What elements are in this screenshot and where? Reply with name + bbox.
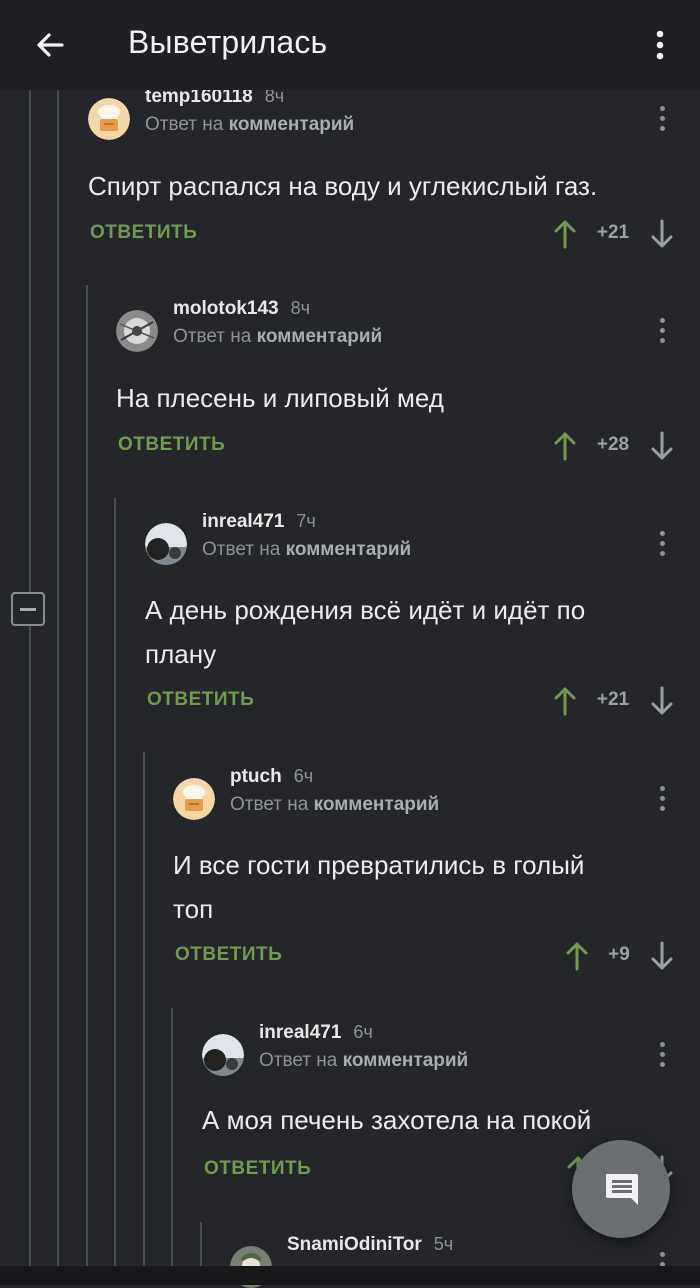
- reply-to: Ответ на комментарий: [173, 326, 383, 347]
- chef-icon: [173, 778, 215, 820]
- reply-to-link[interactable]: комментарий: [229, 114, 355, 135]
- thread-line: [200, 1222, 202, 1266]
- arrow-down-icon: [651, 686, 673, 715]
- new-comment-button[interactable]: [572, 1140, 670, 1238]
- username[interactable]: ptuch 6ч: [230, 766, 313, 788]
- downvote-button[interactable]: [648, 216, 676, 252]
- comment-text: А день рождения всё идёт и идёт по плану: [145, 595, 586, 669]
- reply-to-link[interactable]: комментарий: [343, 1050, 469, 1071]
- reply-to-link[interactable]: комментарий: [257, 326, 383, 347]
- thread-line: [114, 498, 116, 1266]
- comment-menu-icon[interactable]: [652, 523, 672, 563]
- arrow-up-icon: [554, 432, 576, 461]
- reply-to: Ответ на комментарий: [259, 1050, 469, 1071]
- comment-menu-icon[interactable]: [652, 310, 672, 350]
- thread-line: [171, 1008, 173, 1266]
- page-title: Выветрилась: [128, 24, 328, 60]
- avatar[interactable]: [116, 310, 158, 352]
- comment-score: +9: [608, 944, 630, 965]
- comment-time: 6ч: [353, 1022, 373, 1042]
- avatar[interactable]: [145, 523, 187, 565]
- minus-square-icon: [20, 607, 36, 611]
- app-bar: Выветрилась: [0, 0, 700, 90]
- reply-to: Ответ на комментарий: [145, 114, 355, 135]
- thread-line: [57, 90, 59, 1266]
- reply-to: Ответ на комментарий: [230, 794, 440, 815]
- back-button[interactable]: [22, 20, 78, 70]
- comment-time: 8ч: [290, 298, 310, 318]
- comment-menu-icon[interactable]: [652, 98, 672, 138]
- downvote-button[interactable]: [648, 938, 676, 974]
- arrow-up-icon: [554, 687, 576, 716]
- bottom-edge: [0, 1266, 700, 1285]
- reply-button[interactable]: ОТВЕТИТЬ: [90, 222, 197, 244]
- comment-menu-icon[interactable]: [652, 778, 672, 818]
- reply-to: Ответ на комментарий: [202, 539, 412, 560]
- reply-to-link[interactable]: комментарий: [286, 539, 412, 560]
- arrow-down-icon: [651, 219, 673, 248]
- arrow-left-icon: [37, 33, 64, 57]
- thread-line: [143, 752, 145, 1266]
- reply-button[interactable]: ОТВЕТИТЬ: [147, 689, 254, 711]
- upvote-button[interactable]: [563, 938, 591, 974]
- reply-button[interactable]: ОТВЕТИТЬ: [118, 434, 225, 456]
- username[interactable]: SnamiOdiniTor 5ч: [287, 1234, 453, 1256]
- upvote-button[interactable]: [551, 683, 579, 719]
- comment-time: 7ч: [296, 511, 316, 531]
- comment-text: А моя печень захотела на покой: [202, 1105, 592, 1135]
- reply-button[interactable]: ОТВЕТИТЬ: [175, 944, 282, 966]
- chef-icon: [88, 98, 130, 140]
- comment-score: +21: [596, 689, 630, 710]
- comment-score: +28: [596, 434, 630, 455]
- comment-icon: [606, 1174, 638, 1205]
- arrow-up-icon: [554, 220, 576, 249]
- downvote-button[interactable]: [648, 428, 676, 464]
- more-vertical-icon: [656, 30, 664, 60]
- username[interactable]: inreal471 6ч: [259, 1022, 373, 1044]
- comment-score: +21: [596, 222, 630, 243]
- avatar[interactable]: [202, 1034, 244, 1076]
- more-menu-button[interactable]: [640, 22, 680, 68]
- username[interactable]: molotok143 8ч: [173, 298, 310, 320]
- thread-line: [29, 90, 31, 1266]
- collapse-thread-button[interactable]: [11, 592, 45, 626]
- comment-time: 5ч: [433, 1234, 454, 1254]
- upvote-button[interactable]: [551, 216, 579, 252]
- arrow-down-icon: [651, 941, 673, 970]
- downvote-button[interactable]: [648, 683, 676, 719]
- photo-avatar-landscape: [202, 1034, 244, 1076]
- reply-to-link[interactable]: комментарий: [314, 794, 440, 815]
- avatar[interactable]: [173, 778, 215, 820]
- username[interactable]: inreal471 7ч: [202, 511, 316, 533]
- arrow-down-icon: [651, 431, 673, 460]
- comment-text: И все гости превратились в голый топ: [173, 850, 585, 924]
- arrow-up-icon: [566, 942, 588, 971]
- avatar[interactable]: [88, 98, 130, 140]
- thread-line: [86, 285, 88, 1266]
- photo-avatar-landscape: [145, 523, 187, 565]
- comment-text: Спирт распался на воду и углекислый газ.: [88, 171, 598, 201]
- comment-menu-icon[interactable]: [652, 1034, 672, 1074]
- upvote-button[interactable]: [551, 428, 579, 464]
- photo-avatar-grey: [116, 310, 158, 352]
- comment-text: На плесень и липовый мед: [116, 383, 444, 413]
- comment-time: 6ч: [293, 766, 314, 786]
- reply-button[interactable]: ОТВЕТИТЬ: [204, 1158, 311, 1180]
